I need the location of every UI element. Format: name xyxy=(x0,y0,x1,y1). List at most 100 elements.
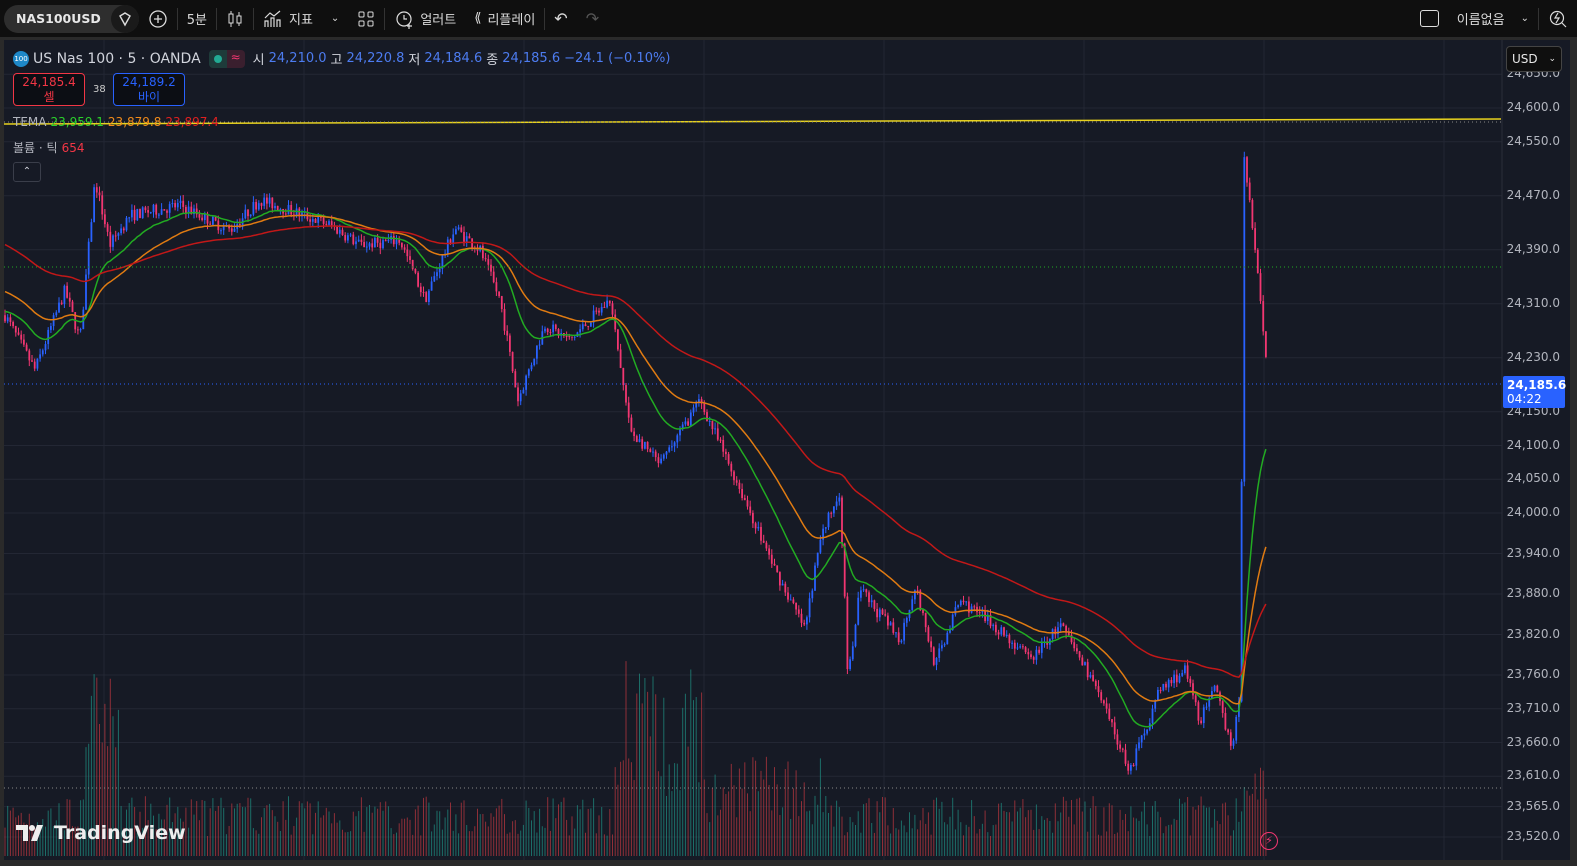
sell-button[interactable]: 24,185.4 셀 xyxy=(13,73,85,106)
candle-body xyxy=(1146,729,1148,734)
candle-body xyxy=(1167,679,1170,688)
market-status-badge[interactable]: ≈ xyxy=(208,49,245,68)
series-title[interactable]: US Nas 100 · 5 · OANDA xyxy=(33,51,201,67)
candle-body xyxy=(120,228,122,234)
candle-body xyxy=(873,600,876,609)
layouts-button[interactable] xyxy=(348,0,384,37)
redo-button[interactable]: ↷ xyxy=(577,0,608,37)
candle-body xyxy=(676,435,679,443)
candle-body xyxy=(838,497,841,502)
open-label: 시 xyxy=(252,53,265,68)
close-label: 종 xyxy=(486,53,499,68)
candle-body xyxy=(1192,683,1194,696)
price-tick-label: 24,310.0 xyxy=(1506,295,1560,310)
change-value: −24.1 (−0.10%) xyxy=(564,51,671,66)
candle-body xyxy=(581,324,584,330)
candle-body xyxy=(376,237,379,243)
lightning-icon[interactable]: ⚡ xyxy=(1260,832,1278,850)
tradingview-logo[interactable]: TradingView xyxy=(16,822,186,844)
layout-select-button[interactable]: 이름없음 ⌄ xyxy=(1411,0,1538,37)
interval-button[interactable]: 5분 xyxy=(178,0,216,37)
candle-body xyxy=(247,209,249,217)
tv-logo-icon xyxy=(16,825,43,841)
candle-body xyxy=(765,542,768,549)
alert-button[interactable]: 얼러트 xyxy=(385,0,465,37)
collapse-legend-button[interactable]: ⌃ xyxy=(13,162,41,182)
candle-body xyxy=(730,463,733,472)
candle-body xyxy=(368,243,371,247)
candle-body xyxy=(1256,249,1259,274)
candle-body xyxy=(379,242,382,249)
indicators-button[interactable]: 지표 xyxy=(254,0,322,37)
candle-body xyxy=(1116,734,1119,745)
candle-body xyxy=(131,209,133,218)
candle-body xyxy=(851,646,854,660)
candle-body xyxy=(406,249,409,257)
add-symbol-button[interactable] xyxy=(139,0,177,37)
top-toolbar: NAS100USD 5분 지표 ⌄ 얼러트 ⟪ 리플레이 ↶ ↷ 이름없음 ⌄ xyxy=(0,0,1577,37)
candle-body xyxy=(992,624,995,627)
candle-body xyxy=(422,292,425,294)
candle-body xyxy=(892,622,895,633)
last-price: 24,185.6 xyxy=(1507,378,1567,392)
candle-body xyxy=(932,647,935,665)
candle-body xyxy=(525,375,527,390)
candle-body xyxy=(455,229,457,235)
tema-value-2: 23,879.8 xyxy=(107,115,162,129)
candle-body xyxy=(1011,642,1013,644)
candle-body xyxy=(268,197,271,204)
indicator-templates-dropdown[interactable]: ⌄ xyxy=(322,0,348,37)
candle-body xyxy=(857,597,860,625)
candle-body xyxy=(1094,680,1097,687)
candle-body xyxy=(959,600,962,606)
indicators-icon xyxy=(264,10,281,27)
quick-search-button[interactable] xyxy=(1539,0,1577,37)
candle-body xyxy=(471,238,473,248)
currency-dropdown[interactable]: USD ⌄ xyxy=(1506,46,1562,72)
price-chart-canvas[interactable] xyxy=(4,40,1570,860)
candle-body xyxy=(741,488,743,499)
candle-body xyxy=(1265,331,1267,357)
candle-body xyxy=(638,439,641,442)
price-tick-label: 23,760.0 xyxy=(1506,667,1560,681)
candle-body xyxy=(104,214,106,225)
undo-button[interactable]: ↶ xyxy=(545,0,576,37)
grid-icon xyxy=(358,11,374,26)
candle-body xyxy=(1202,707,1205,724)
price-tick-label: 23,610.0 xyxy=(1506,768,1560,783)
price-tick-label: 23,880.0 xyxy=(1506,586,1560,600)
candle-body xyxy=(106,224,109,232)
candle-body xyxy=(1067,632,1070,636)
diamond-icon[interactable] xyxy=(110,4,139,33)
redo-icon: ↷ xyxy=(585,9,600,28)
candle-body xyxy=(1008,635,1011,644)
candle-body xyxy=(816,552,819,566)
chart-pane[interactable]: 100 US Nas 100 · 5 · OANDA ≈ 시 24,210.0 고… xyxy=(4,40,1570,860)
tema-legend[interactable]: TEMA 23,959.1 23,879.8 23,897.4 xyxy=(13,115,219,129)
volume-legend[interactable]: 볼륨 · 틱 654 xyxy=(13,139,84,156)
candle-body xyxy=(58,302,60,313)
candle-body xyxy=(716,428,719,440)
candle-body xyxy=(1178,675,1181,683)
candle-body xyxy=(1157,689,1159,701)
replay-button[interactable]: ⟪ 리플레이 xyxy=(465,0,544,37)
chevron-down-icon: ⌄ xyxy=(330,13,340,24)
candle-body xyxy=(687,421,689,426)
symbol-search-button[interactable]: NAS100USD xyxy=(4,4,139,33)
candle-body xyxy=(946,632,949,645)
candle-body xyxy=(725,451,727,455)
candle-body xyxy=(25,344,28,351)
rewind-icon: ⟪ xyxy=(474,11,482,26)
candle-body xyxy=(214,216,217,221)
candle-body xyxy=(12,321,14,327)
candle-body xyxy=(568,336,571,338)
candle-body xyxy=(160,209,163,215)
candle-body xyxy=(587,326,590,328)
candle-body xyxy=(905,617,908,623)
candle-body xyxy=(808,598,811,618)
candle-body xyxy=(271,197,274,209)
candle-body xyxy=(614,314,617,330)
candle-body xyxy=(957,605,959,608)
buy-button[interactable]: 24,189.2 바이 xyxy=(113,73,185,106)
chart-type-button[interactable] xyxy=(217,0,253,37)
